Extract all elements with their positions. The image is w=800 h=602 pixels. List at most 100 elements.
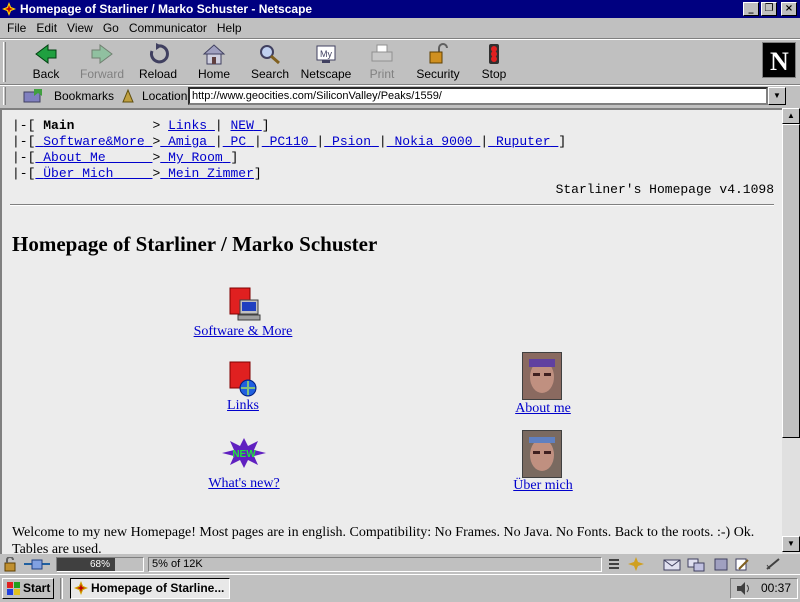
mail-icon[interactable] [662, 557, 682, 572]
ueber-mich-link[interactable]: Über mich [512, 478, 574, 494]
start-button[interactable]: Start [2, 578, 54, 599]
security-button[interactable]: Security [410, 42, 466, 82]
location-input[interactable]: http://www.geocities.com/SiliconValley/P… [188, 87, 768, 105]
security-label: Security [416, 67, 460, 81]
nav-amiga[interactable]: Amiga [160, 134, 215, 149]
netscape-task-icon [74, 581, 88, 595]
nav-nokia[interactable]: Nokia 9000 [387, 134, 481, 149]
printer-icon [370, 43, 394, 65]
back-label: Back [32, 67, 60, 81]
volume-icon[interactable] [735, 581, 751, 596]
bookmarks-icon[interactable] [22, 88, 46, 104]
status-bar: 68% 5% of 12K [0, 556, 800, 574]
nav-pc110[interactable]: PC110 [262, 134, 317, 149]
close-button[interactable]: × [781, 2, 797, 16]
scroll-down-button[interactable]: ▼ [782, 536, 800, 552]
nav-main: Main [43, 118, 75, 133]
svg-text:My: My [320, 49, 332, 59]
start-label: Start [23, 581, 51, 595]
edit-pencil-icon[interactable] [764, 557, 782, 572]
menu-view[interactable]: View [62, 21, 98, 35]
reload-button[interactable]: Reload [130, 42, 186, 82]
nav-psion[interactable]: Psion [324, 134, 379, 149]
maximize-button[interactable]: ❐ [761, 2, 777, 16]
title-bar[interactable]: Homepage of Starliner / Marko Schuster -… [0, 0, 800, 18]
menu-communicator[interactable]: Communicator [124, 21, 212, 35]
home-icon [202, 43, 226, 65]
menu-edit[interactable]: Edit [31, 21, 62, 35]
new-badge-icon[interactable]: NEW [222, 438, 266, 468]
scroll-up-button[interactable]: ▲ [782, 108, 800, 124]
back-arrow-icon [34, 43, 58, 65]
links-folder-icon[interactable] [226, 360, 262, 398]
forward-label: Forward [79, 67, 124, 81]
nav-my-room[interactable]: My Room [160, 150, 230, 165]
search-icon [258, 43, 282, 65]
stop-label: Stop [481, 67, 507, 81]
system-tray: 00:37 [730, 578, 798, 599]
netscape-logo[interactable]: N [762, 42, 796, 78]
address-book-icon[interactable] [712, 557, 730, 572]
location-dropdown-button[interactable]: ▼ [768, 87, 786, 105]
progress-bar: 68% [56, 557, 144, 572]
page-content: |-[ Main > Links | NEW ] |-[ Software&Mo… [0, 108, 782, 554]
stop-icon [482, 43, 506, 65]
scroll-thumb[interactable] [782, 124, 800, 438]
menu-bar: File Edit View Go Communicator Help [0, 18, 800, 38]
version-text: Starliner's Homepage v4.1098 [555, 182, 774, 197]
composer-icon[interactable] [734, 557, 750, 572]
progress-text: 68% [89, 559, 110, 570]
software-link[interactable]: Software & More [190, 324, 296, 340]
ueber-mich-photo[interactable] [522, 430, 562, 478]
back-button[interactable]: Back [18, 42, 74, 82]
taskbar: Start Homepage of Starline... 00:37 [0, 574, 800, 600]
nav-new[interactable]: NEW [231, 118, 262, 133]
netscape-button[interactable]: My Netscape [298, 42, 354, 82]
nav-ueber-mich[interactable]: Über Mich [35, 166, 152, 181]
nav-software[interactable]: Software&More [35, 134, 152, 149]
newsgroups-icon[interactable] [686, 557, 706, 572]
minimize-button[interactable]: _ [743, 2, 759, 16]
links-link[interactable]: Links [226, 398, 260, 414]
print-button[interactable]: Print [354, 42, 410, 82]
vertical-scrollbar[interactable]: ▲ ▼ [782, 108, 800, 554]
nav-mein-zimmer[interactable]: Mein Zimmer [160, 166, 254, 181]
navigation-toolbar: Back Forward Reload Home Search My Netsc… [0, 40, 800, 84]
taskbar-netscape-task[interactable]: Homepage of Starline... [70, 578, 230, 599]
reload-label: Reload [138, 67, 178, 81]
component-bar-icon[interactable] [606, 557, 622, 572]
location-toolbar: Bookmarks Location: http://www.geocities… [0, 86, 800, 106]
navigator-icon[interactable] [626, 557, 646, 572]
nav-row: |-[ Main > Links | NEW ] [12, 118, 270, 133]
page-heading: Homepage of Starliner / Marko Schuster [12, 232, 378, 256]
nav-row: |-[ Über Mich > Mein Zimmer] [12, 166, 262, 181]
page-proxy-icon[interactable] [120, 88, 136, 104]
stop-button[interactable]: Stop [466, 42, 522, 82]
security-lock-icon[interactable] [2, 556, 20, 572]
menu-go[interactable]: Go [98, 21, 124, 35]
my-netscape-icon: My [314, 43, 338, 65]
menu-help[interactable]: Help [212, 21, 247, 35]
about-me-photo[interactable] [522, 352, 562, 400]
padlock-icon [426, 43, 450, 65]
nav-pc[interactable]: PC [223, 134, 254, 149]
forward-button[interactable]: Forward [74, 42, 130, 82]
nav-ruputer[interactable]: Ruputer [488, 134, 558, 149]
window-title: Homepage of Starliner / Marko Schuster -… [20, 2, 313, 16]
netscape-window: Homepage of Starliner / Marko Schuster -… [0, 0, 800, 574]
clock: 00:37 [760, 581, 791, 595]
whats-new-link[interactable]: What's new? [204, 476, 284, 492]
nav-links[interactable]: Links [168, 118, 215, 133]
search-button[interactable]: Search [242, 42, 298, 82]
menu-file[interactable]: File [2, 21, 31, 35]
nav-about-me[interactable]: About Me [35, 150, 152, 165]
taskbar-divider [60, 578, 63, 599]
home-label: Home [197, 67, 230, 81]
home-button[interactable]: Home [186, 42, 242, 82]
location-grip[interactable] [3, 87, 6, 105]
about-me-link[interactable]: About me [514, 401, 572, 417]
connection-icon [22, 557, 52, 572]
software-folder-icon[interactable] [226, 284, 262, 324]
bookmarks-button[interactable]: Bookmarks [54, 88, 114, 104]
toolbar-grip[interactable] [3, 42, 6, 82]
